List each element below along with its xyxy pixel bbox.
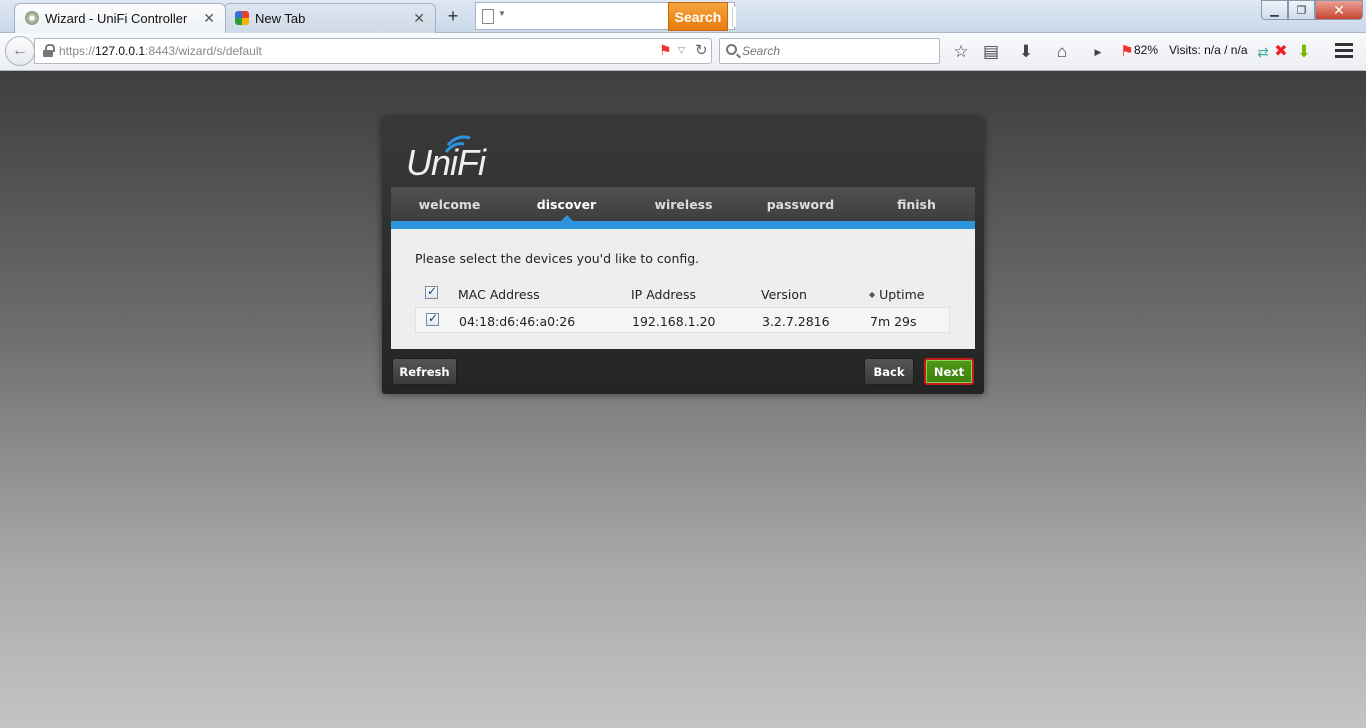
header-ip-address[interactable]: IP Address — [631, 287, 696, 302]
wizard-steps: welcome discover wireless password finis… — [391, 187, 975, 221]
header-mac-address[interactable]: MAC Address — [458, 287, 540, 302]
unifi-favicon-icon — [25, 11, 39, 25]
header-version[interactable]: Version — [761, 287, 807, 302]
search-icon — [726, 44, 737, 55]
setup-wizard-panel: UniFi welcome discover wireless password… — [382, 118, 984, 394]
step-discover: discover — [508, 187, 625, 221]
tab-title: Wizard - UniFi Controller — [45, 11, 188, 26]
wizard-progress-bar — [391, 221, 975, 229]
bookmark-star-icon[interactable]: ☆ — [951, 42, 971, 62]
table-header: MAC Address IP Address Version ◆Uptime — [415, 281, 950, 307]
tab-new-tab[interactable]: New Tab ✕ — [224, 3, 436, 33]
step-welcome: welcome — [418, 196, 481, 212]
toolbar-search-button[interactable]: Search — [668, 2, 728, 31]
flag-icon[interactable]: ⚑ — [659, 42, 672, 59]
page-background: UniFi welcome discover wireless password… — [0, 71, 1366, 728]
device-ip: 192.168.1.20 — [632, 314, 716, 329]
search-input[interactable] — [742, 42, 932, 60]
refresh-button[interactable]: Refresh — [392, 358, 457, 385]
unifi-logo: UniFi — [406, 135, 506, 183]
tab-close-icon[interactable]: ✕ — [203, 10, 215, 26]
dropdown-caret-icon[interactable]: ▼ — [498, 9, 506, 18]
minimize-button[interactable]: ▁ — [1261, 0, 1288, 20]
url-text[interactable]: https://127.0.0.1:8443/wizard/s/default — [59, 44, 262, 58]
toolbar-divider — [732, 7, 736, 27]
visits-counter: Visits: n/a / n/a — [1169, 43, 1248, 57]
download-icon[interactable]: ⬇ — [1016, 42, 1036, 62]
back-arrow-icon[interactable]: ← — [5, 36, 35, 66]
new-tab-button[interactable]: + — [440, 6, 466, 28]
search-box[interactable] — [719, 38, 940, 64]
address-bar[interactable]: https://127.0.0.1:8443/wizard/s/default … — [34, 38, 712, 64]
browser-navbar: ← https://127.0.0.1:8443/wizard/s/defaul… — [0, 33, 1366, 71]
new-tab-favicon-icon — [235, 11, 249, 25]
step-wireless: wireless — [654, 196, 713, 212]
select-all-checkbox[interactable] — [425, 284, 438, 299]
browser-titlebar: Wizard - UniFi Controller ✕ New Tab ✕ + … — [0, 0, 1366, 33]
table-row[interactable]: 04:18:d6:46:a0:26 192.168.1.20 3.2.7.281… — [415, 307, 950, 333]
page-icon — [482, 9, 494, 24]
step-password: password — [766, 196, 835, 212]
next-button[interactable]: Next — [924, 358, 974, 385]
reading-list-icon[interactable]: ▤ — [981, 42, 1001, 62]
red-x-icon[interactable]: ✖ — [1271, 42, 1291, 62]
tab-title: New Tab — [255, 11, 306, 26]
tab-wizard-unifi-controller[interactable]: Wizard - UniFi Controller ✕ — [14, 3, 226, 33]
header-uptime[interactable]: ◆ Uptime — [869, 287, 924, 302]
instruction-text: Please select the devices you'd like to … — [415, 251, 700, 266]
history-dropdown-icon[interactable]: ▽ — [678, 45, 685, 56]
home-icon[interactable]: ⌂ — [1052, 42, 1072, 62]
device-version: 3.2.7.2816 — [762, 314, 830, 329]
device-uptime: 7m 29s — [870, 314, 917, 329]
device-mac: 04:18:d6:46:a0:26 — [459, 314, 576, 329]
back-button[interactable]: Back — [864, 358, 914, 385]
extension-link-icon[interactable]: ⇄ — [1253, 42, 1273, 62]
wizard-content: Please select the devices you'd like to … — [391, 229, 975, 349]
wifi-arcs-icon — [444, 135, 471, 153]
toolbar-search-widget[interactable]: ▼ Search — [475, 2, 736, 31]
step-finish: finish — [897, 196, 936, 212]
device-checkbox[interactable] — [426, 311, 439, 326]
zoom-percent: 82% — [1134, 43, 1159, 57]
close-window-button[interactable]: ✕ — [1315, 0, 1363, 20]
youtube-icon[interactable]: ▶ — [1088, 42, 1108, 62]
green-download-icon[interactable]: ⬇ — [1294, 42, 1314, 62]
lock-icon[interactable] — [43, 44, 55, 57]
sort-icon: ◆ — [869, 290, 876, 299]
reload-icon[interactable]: ↻ — [695, 41, 708, 59]
devices-table: MAC Address IP Address Version ◆Uptime 0… — [415, 281, 950, 333]
tab-close-icon[interactable]: ✕ — [413, 10, 425, 26]
maximize-button[interactable]: ❐ — [1288, 0, 1315, 20]
hamburger-menu-icon[interactable] — [1335, 43, 1353, 59]
